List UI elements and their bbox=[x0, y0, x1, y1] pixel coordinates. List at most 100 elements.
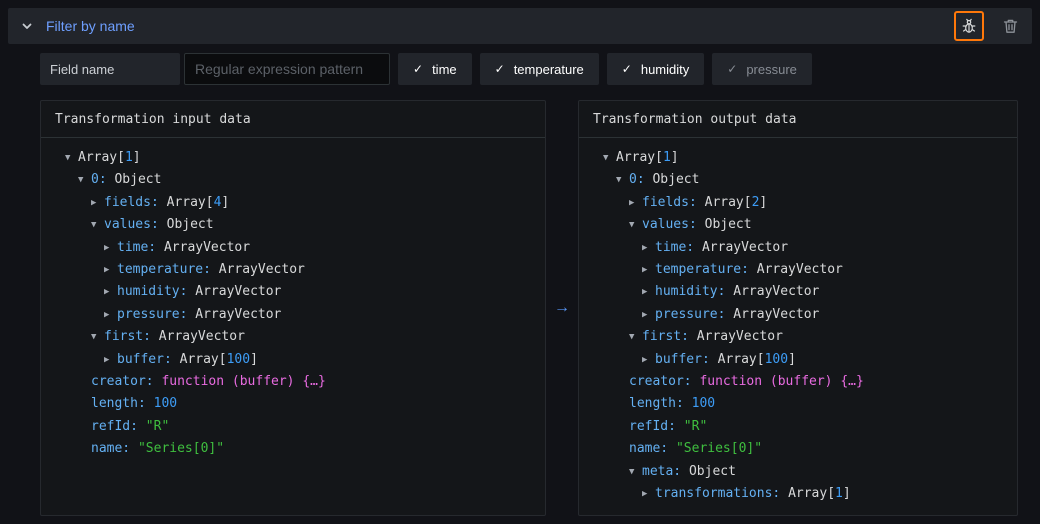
json-value: Array[ bbox=[180, 352, 227, 367]
json-value: 1 bbox=[663, 150, 671, 165]
json-value: Object bbox=[167, 217, 214, 232]
json-key: refId: bbox=[91, 419, 146, 434]
json-key: fields: bbox=[104, 195, 167, 210]
transform-editor: Filter by name bbox=[0, 0, 1040, 524]
output-data-panel: Transformation output data ▼Array[1]▼0: … bbox=[578, 100, 1018, 516]
field-pill-time[interactable]: ✓time bbox=[398, 53, 472, 85]
json-tree-row: length: 100 bbox=[65, 393, 535, 415]
json-key: temperature: bbox=[117, 262, 219, 277]
json-key: time: bbox=[655, 240, 702, 255]
collapse-toggle-icon[interactable]: ▼ bbox=[603, 147, 616, 169]
json-value: function (buffer) {…} bbox=[161, 374, 325, 389]
json-tree-row: ▶fields: Array[4] bbox=[65, 192, 535, 214]
json-tree-row: ▶time: ArrayVector bbox=[603, 237, 1007, 259]
arrow-right-icon: → bbox=[554, 299, 570, 317]
json-key: first: bbox=[642, 329, 697, 344]
delete-transform-button[interactable] bbox=[998, 14, 1022, 38]
json-key: creator: bbox=[91, 374, 161, 389]
expand-toggle-icon[interactable]: ▶ bbox=[104, 259, 117, 281]
field-pill-label: pressure bbox=[746, 62, 797, 77]
expand-toggle-icon[interactable]: ▶ bbox=[642, 483, 655, 505]
expand-toggle-icon[interactable]: ▶ bbox=[629, 192, 642, 214]
json-value: ArrayVector bbox=[697, 329, 783, 344]
json-tree-row: ▶pressure: ArrayVector bbox=[603, 304, 1007, 326]
json-tree-row: name: "Series[0]" bbox=[65, 438, 535, 460]
field-pill-humidity[interactable]: ✓humidity bbox=[607, 53, 704, 85]
json-tree-row: ▼0: Object bbox=[65, 169, 535, 191]
json-value: "R" bbox=[146, 419, 169, 434]
json-value: "Series[0]" bbox=[138, 441, 224, 456]
field-pill-pressure[interactable]: ✓pressure bbox=[712, 53, 812, 85]
json-value: ArrayVector bbox=[702, 240, 788, 255]
expand-toggle-icon[interactable]: ▶ bbox=[642, 349, 655, 371]
json-value: ] bbox=[250, 352, 258, 367]
json-tree-row: ▼meta: Object bbox=[603, 461, 1007, 483]
json-value: ArrayVector bbox=[757, 262, 843, 277]
json-tree-row: ▼Array[1] bbox=[65, 147, 535, 169]
json-value: Array[ bbox=[788, 486, 835, 501]
collapse-toggle-icon[interactable]: ▼ bbox=[629, 326, 642, 348]
collapse-toggle-icon[interactable]: ▼ bbox=[78, 169, 91, 191]
json-key: transformations: bbox=[655, 486, 788, 501]
collapse-toggle-icon[interactable]: ▼ bbox=[616, 169, 629, 191]
json-key: humidity: bbox=[117, 284, 195, 299]
json-tree-row: ▶buffer: Array[100] bbox=[603, 349, 1007, 371]
json-key: time: bbox=[117, 240, 164, 255]
json-tree-row: length: 100 bbox=[603, 393, 1007, 415]
json-tree-row: ▼Array[1] bbox=[603, 147, 1007, 169]
json-tree-row: ▼values: Object bbox=[65, 214, 535, 236]
json-value: ArrayVector bbox=[195, 307, 281, 322]
json-key: name: bbox=[629, 441, 676, 456]
json-value: "Series[0]" bbox=[676, 441, 762, 456]
field-pill-label: temperature bbox=[514, 62, 584, 77]
json-value: Array[ bbox=[78, 150, 125, 165]
json-value: Object bbox=[114, 172, 161, 187]
arrow-gap: → bbox=[546, 100, 578, 516]
json-value: ] bbox=[843, 486, 851, 501]
json-key: buffer: bbox=[117, 352, 180, 367]
expand-toggle-icon[interactable]: ▶ bbox=[104, 349, 117, 371]
json-value: Array[ bbox=[705, 195, 752, 210]
json-key: values: bbox=[642, 217, 705, 232]
check-icon: ✓ bbox=[495, 63, 505, 75]
json-tree-row: ▶humidity: ArrayVector bbox=[603, 281, 1007, 303]
expand-toggle-icon[interactable]: ▶ bbox=[91, 192, 104, 214]
json-key: first: bbox=[104, 329, 159, 344]
transform-title: Filter by name bbox=[46, 18, 135, 34]
collapse-toggle-icon[interactable]: ▼ bbox=[629, 461, 642, 483]
field-pills: ✓time ✓ temperature ✓humidity✓pressure bbox=[398, 53, 812, 85]
json-value: ArrayVector bbox=[159, 329, 245, 344]
field-pill-temperature[interactable]: ✓ temperature bbox=[480, 53, 599, 85]
transform-header-row[interactable]: Filter by name bbox=[8, 8, 1032, 44]
json-value: 100 bbox=[692, 396, 715, 411]
expand-toggle-icon[interactable]: ▶ bbox=[642, 259, 655, 281]
json-value: Object bbox=[689, 464, 736, 479]
expand-toggle-icon[interactable]: ▶ bbox=[642, 237, 655, 259]
chevron-down-icon[interactable] bbox=[18, 17, 36, 35]
json-value: function (buffer) {…} bbox=[699, 374, 863, 389]
json-tree-row: ▼first: ArrayVector bbox=[603, 326, 1007, 348]
input-data-panel: Transformation input data ▼Array[1]▼0: O… bbox=[40, 100, 546, 516]
collapse-toggle-icon[interactable]: ▼ bbox=[65, 147, 78, 169]
json-tree-row: name: "Series[0]" bbox=[603, 438, 1007, 460]
json-tree-row: ▶time: ArrayVector bbox=[65, 237, 535, 259]
json-tree-row: ▶humidity: ArrayVector bbox=[65, 281, 535, 303]
regex-pattern-input[interactable] bbox=[184, 53, 390, 85]
json-value: ] bbox=[788, 352, 796, 367]
collapse-toggle-icon[interactable]: ▼ bbox=[629, 214, 642, 236]
json-key: temperature: bbox=[655, 262, 757, 277]
collapse-toggle-icon[interactable]: ▼ bbox=[91, 214, 104, 236]
json-key: 0: bbox=[629, 172, 652, 187]
expand-toggle-icon[interactable]: ▶ bbox=[104, 237, 117, 259]
json-key: pressure: bbox=[117, 307, 195, 322]
json-key: name: bbox=[91, 441, 138, 456]
json-value: ] bbox=[671, 150, 679, 165]
debug-button[interactable] bbox=[954, 11, 984, 41]
expand-toggle-icon[interactable]: ▶ bbox=[642, 281, 655, 303]
expand-toggle-icon[interactable]: ▶ bbox=[104, 281, 117, 303]
json-key: 0: bbox=[91, 172, 114, 187]
expand-toggle-icon[interactable]: ▶ bbox=[104, 304, 117, 326]
expand-toggle-icon[interactable]: ▶ bbox=[642, 304, 655, 326]
collapse-toggle-icon[interactable]: ▼ bbox=[91, 326, 104, 348]
json-tree-row: ▶pressure: ArrayVector bbox=[65, 304, 535, 326]
